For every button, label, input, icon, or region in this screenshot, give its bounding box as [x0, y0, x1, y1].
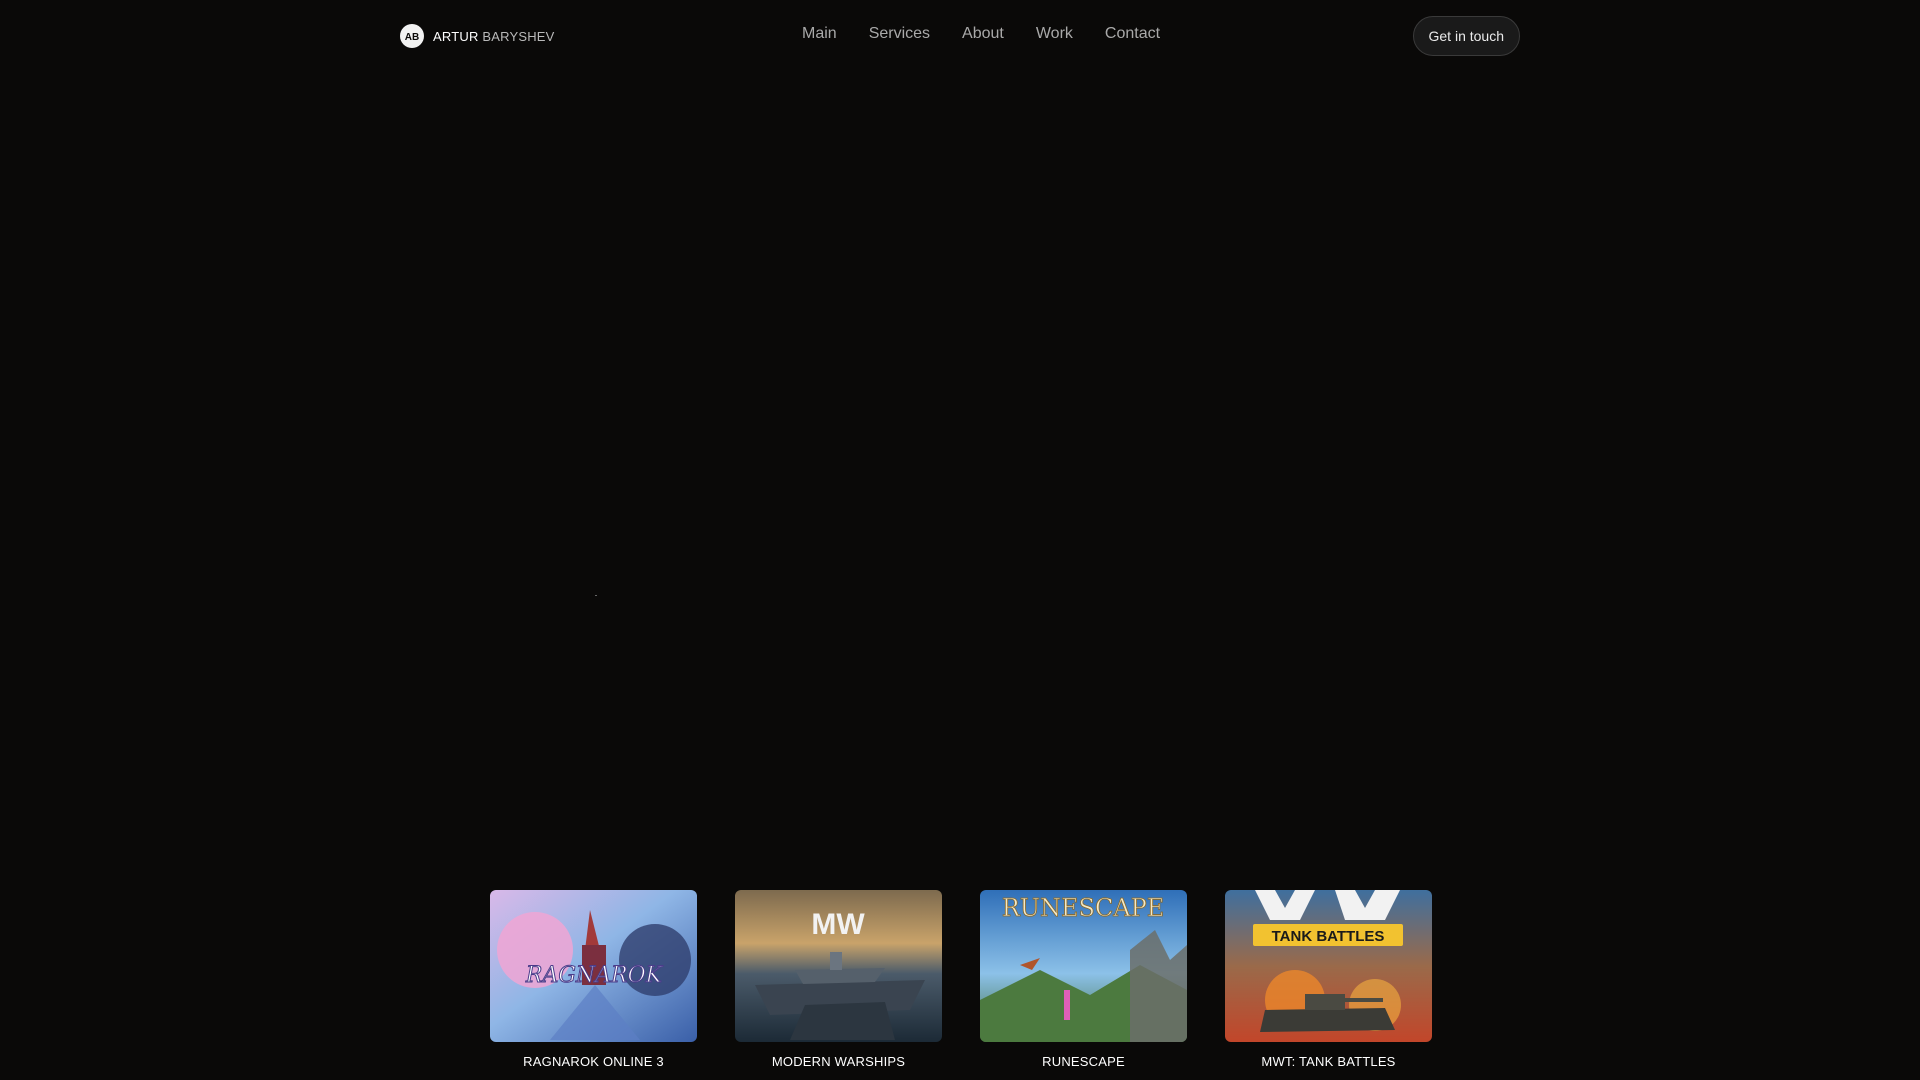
work-thumbnail[interactable]: RAGNAROK — [490, 890, 697, 1042]
runescape-artwork-icon: RUNESCAPE — [980, 890, 1187, 1042]
work-card-title: RUNESCAPE — [1042, 1054, 1125, 1069]
nav-item-main[interactable]: Main — [802, 25, 837, 43]
get-in-touch-button[interactable]: Get in touch — [1412, 16, 1520, 56]
warships-artwork-icon: MW — [735, 890, 942, 1042]
brand-logo[interactable]: AB ARTUR BARYSHEV — [400, 24, 555, 48]
work-card-title: MWT: TANK BATTLES — [1261, 1054, 1396, 1069]
brand-name: ARTUR BARYSHEV — [433, 29, 555, 44]
work-card-title: RAGNAROK ONLINE 3 — [523, 1054, 664, 1069]
work-thumbnail[interactable]: MW — [735, 890, 942, 1042]
tank-battles-artwork-icon: TANK BATTLES — [1225, 890, 1432, 1042]
nav-item-work[interactable]: Work — [1036, 25, 1073, 43]
logo-icon: AB — [400, 24, 424, 48]
nav-item-contact[interactable]: Contact — [1105, 25, 1160, 43]
work-card-runescape[interactable]: RUNESCAPE RUNESCAPE — [980, 890, 1187, 1069]
nav-item-about[interactable]: About — [962, 25, 1004, 43]
brand-last-name: BARYSHEV — [482, 28, 555, 44]
svg-text:MW: MW — [811, 908, 865, 941]
site-header: AB ARTUR BARYSHEV Main Services About Wo… — [400, 0, 1520, 70]
work-card-modern-warships[interactable]: MW MODERN WARSHIPS — [735, 890, 942, 1069]
svg-text:TANK BATTLES: TANK BATTLES — [1272, 928, 1385, 945]
nav-item-services[interactable]: Services — [869, 25, 930, 43]
svg-text:RAGNAROK: RAGNAROK — [525, 963, 664, 988]
ragnarok-artwork-icon: RAGNAROK — [490, 890, 697, 1042]
work-card-title: MODERN WARSHIPS — [771, 1054, 906, 1069]
brand-first-name: ARTUR — [433, 28, 483, 44]
svg-text:RUNESCAPE: RUNESCAPE — [1002, 894, 1165, 922]
work-card-ragnarok[interactable]: RAGNAROK RAGNAROK ONLINE 3 — [490, 890, 697, 1069]
work-thumbnail[interactable]: RUNESCAPE — [980, 890, 1187, 1042]
svg-text:AB: AB — [405, 32, 419, 43]
main-nav: Main Services About Work Contact — [802, 25, 1160, 43]
hero-placeholder-dot — [595, 595, 597, 596]
work-showcase: RAGNAROK RAGNAROK ONLINE 3 MW MODERN WAR… — [490, 890, 1432, 1069]
work-card-mwt-tank-battles[interactable]: TANK BATTLES MWT: TANK BATTLES — [1225, 890, 1432, 1069]
work-thumbnail[interactable]: TANK BATTLES — [1225, 890, 1432, 1042]
